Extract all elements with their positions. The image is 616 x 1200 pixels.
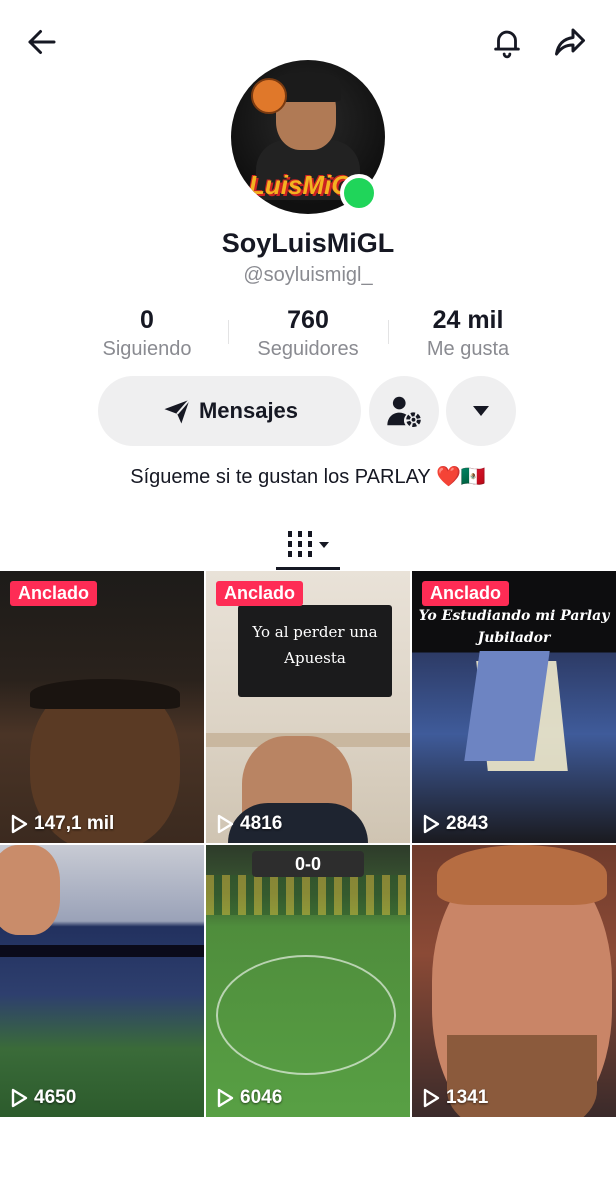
follow-settings-button[interactable] [369, 376, 439, 446]
user-settings-icon [387, 396, 421, 427]
view-count: 147,1 mil [10, 813, 114, 835]
view-count: 4816 [216, 813, 282, 835]
display-name: SoyLuisMiGL [221, 228, 395, 258]
play-icon [217, 1088, 234, 1108]
view-count-text: 2843 [446, 813, 489, 834]
stat-following-count: 0 [140, 306, 154, 334]
view-count: 2843 [422, 813, 488, 835]
video-thumbnail[interactable]: 1341 [412, 845, 616, 1117]
message-button[interactable]: Mensajes [98, 376, 361, 446]
profile-actions: Mensajes [0, 376, 616, 446]
videos-grid-icon [288, 531, 329, 557]
tab-videos[interactable] [276, 518, 340, 570]
video-caption: Yo Estudiando mi Parlay Jubilador [418, 608, 610, 646]
stat-followers-count: 760 [287, 306, 329, 334]
view-count-text: 6046 [240, 1087, 283, 1108]
content-tabs [0, 518, 616, 570]
send-icon [164, 399, 191, 424]
view-count-text: 4816 [240, 813, 283, 834]
pinned-badge: Anclado [216, 581, 304, 606]
profile-bio: Sígueme si te gustan los PARLAY ❤️🇲🇽 [130, 466, 486, 488]
video-thumbnail[interactable]: 0-0 6046 [206, 845, 410, 1117]
basketball-icon [251, 78, 287, 114]
play-icon [11, 1088, 28, 1108]
stat-followers-label: Seguidores [257, 338, 359, 360]
stat-followers[interactable]: 760 Seguidores [228, 306, 388, 361]
video-caption: Yo al perder una Apuesta [252, 623, 378, 667]
view-count: 1341 [422, 1087, 488, 1109]
view-count: 4650 [10, 1087, 76, 1109]
score-overlay: 0-0 [252, 851, 364, 877]
stat-likes[interactable]: 24 mil Me gusta [388, 306, 548, 361]
arrow-left-icon [28, 30, 56, 54]
view-count: 6046 [216, 1087, 282, 1109]
play-icon [11, 814, 28, 834]
online-status-indicator [340, 174, 378, 212]
stat-likes-count: 24 mil [432, 306, 504, 334]
video-thumbnail[interactable]: Yo Estudiando mi Parlay Jubilador Anclad… [412, 571, 616, 843]
bell-icon [494, 30, 520, 59]
stat-likes-label: Me gusta [426, 338, 510, 360]
video-scene-shape [206, 875, 410, 915]
stat-following-label: Siguiendo [102, 338, 192, 360]
video-thumbnail[interactable]: 4650 [0, 845, 204, 1117]
play-icon [423, 814, 440, 834]
caret-down-icon [473, 406, 489, 416]
more-options-button[interactable] [446, 376, 516, 446]
back-button[interactable] [20, 20, 64, 64]
pinned-badge: Anclado [10, 581, 98, 606]
username: @soyluismigl_ [243, 264, 373, 286]
profile-stats: 0 Siguiendo 760 Seguidores 24 mil Me gus… [0, 306, 616, 366]
view-count-text: 147,1 mil [34, 813, 115, 834]
pinned-badge: Anclado [422, 581, 510, 606]
notifications-button[interactable] [485, 20, 529, 64]
video-scene-shape [437, 845, 607, 905]
video-scene-shape [216, 955, 396, 1075]
video-thumbnail[interactable]: Anclado 147,1 mil [0, 571, 204, 843]
play-icon [423, 1088, 440, 1108]
view-count-text: 4650 [34, 1087, 77, 1108]
video-scene-shape [30, 679, 180, 709]
view-count-text: 1341 [446, 1087, 489, 1108]
share-button[interactable] [548, 20, 592, 64]
play-icon [217, 814, 234, 834]
video-scene-shape [0, 845, 60, 935]
share-icon [555, 28, 585, 56]
message-button-label: Mensajes [198, 398, 299, 423]
stat-following[interactable]: 0 Siguiendo [67, 306, 227, 361]
tab-active-indicator [276, 567, 340, 570]
video-thumbnail[interactable]: Yo al perder una Apuesta Anclado 4816 [206, 571, 410, 843]
video-scene-shape [0, 945, 204, 957]
